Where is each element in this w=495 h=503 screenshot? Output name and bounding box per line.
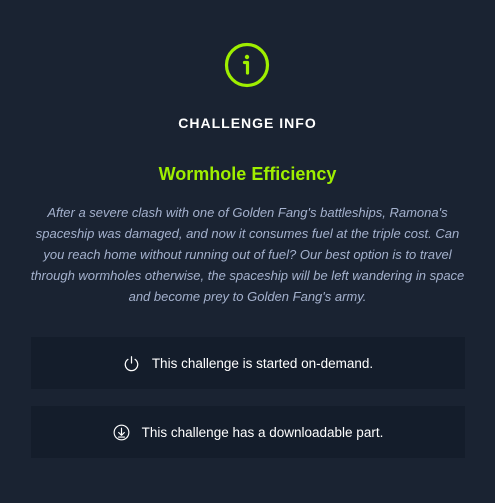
on-demand-text: This challenge is started on-demand. — [151, 355, 374, 371]
challenge-title: Wormhole Efficiency — [158, 164, 337, 184]
info-circle-icon — [224, 42, 270, 88]
power-icon — [124, 355, 139, 371]
downloadable-text: This challenge has a downloadable part. — [141, 424, 384, 440]
challenge-info-heading: CHALLENGE INFO — [178, 115, 317, 131]
on-demand-info-card: This challenge is started on-demand. — [31, 337, 465, 389]
downloadable-info-card: This challenge has a downloadable part. — [31, 406, 465, 458]
download-icon — [113, 424, 130, 440]
challenge-description: After a severe clash with one of Golden … — [30, 205, 465, 304]
